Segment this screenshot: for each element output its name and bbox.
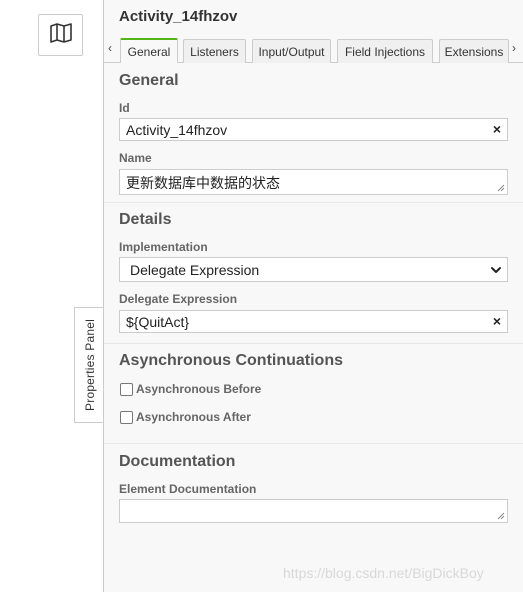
async-before-row: Asynchronous Before xyxy=(120,382,261,396)
delegate-expression-label: Delegate Expression xyxy=(119,292,238,306)
name-textarea[interactable]: 更新数据库中数据的状态 xyxy=(119,169,508,195)
tab-scroll-left-icon[interactable]: ‹ xyxy=(108,41,112,55)
resize-grip-icon[interactable] xyxy=(497,512,505,520)
tab-label: Extensions xyxy=(444,44,504,59)
general-group-title: General xyxy=(119,72,179,89)
implementation-select[interactable]: Delegate Expression xyxy=(119,257,508,282)
async-before-checkbox[interactable] xyxy=(120,382,133,396)
name-label: Name xyxy=(119,151,152,165)
tab-label: Input/Output xyxy=(258,44,325,59)
delegate-expression-input[interactable]: ${QuitAct} × xyxy=(119,310,508,333)
properties-panel: Activity_14fhzov ‹ General Listeners Inp… xyxy=(103,0,523,592)
async-before-label: Asynchronous Before xyxy=(136,382,262,396)
group-divider xyxy=(104,202,523,203)
tab-scroll-right-icon[interactable]: › xyxy=(512,41,516,55)
map-toggle-button[interactable] xyxy=(38,14,83,56)
tab-extensions[interactable]: Extensions xyxy=(439,39,509,63)
tab-label: Listeners xyxy=(190,44,239,59)
tab-input-output[interactable]: Input/Output xyxy=(252,39,331,63)
async-group-title: Asynchronous Continuations xyxy=(119,352,343,369)
modeler-canvas[interactable]: Properties Panel Activity_14fhzov ‹ Gene… xyxy=(0,0,523,592)
group-divider xyxy=(104,343,523,344)
watermark: https://blog.csdn.net/BigDickBoy xyxy=(283,565,484,581)
tab-label: Field Injections xyxy=(344,44,426,59)
clear-delegate-expression-icon[interactable]: × xyxy=(493,313,501,329)
clear-id-icon[interactable]: × xyxy=(493,121,501,137)
properties-panel-toggle[interactable]: Properties Panel xyxy=(74,307,104,423)
tab-field-injections[interactable]: Field Injections xyxy=(337,39,433,63)
panel-title: Activity_14fhzov xyxy=(119,8,238,25)
implementation-select-value: Delegate Expression xyxy=(130,262,260,278)
id-input[interactable]: Activity_14fhzov × xyxy=(119,118,508,141)
element-documentation-textarea[interactable] xyxy=(119,499,508,523)
tab-bar: ‹ General Listeners Input/Output Field I… xyxy=(104,37,523,63)
implementation-label: Implementation xyxy=(119,240,208,254)
tab-general[interactable]: General xyxy=(120,38,178,63)
tab-listeners[interactable]: Listeners xyxy=(183,39,246,63)
id-input-value: Activity_14fhzov xyxy=(126,122,228,138)
name-textarea-value: 更新数据库中数据的状态 xyxy=(126,175,280,191)
resize-grip-icon[interactable] xyxy=(497,184,505,192)
chevron-down-icon xyxy=(490,263,502,279)
group-divider xyxy=(104,443,523,444)
id-label: Id xyxy=(119,101,130,115)
tab-label: General xyxy=(127,44,171,59)
properties-panel-toggle-label: Properties Panel xyxy=(82,319,97,411)
async-after-row: Asynchronous After xyxy=(120,410,251,424)
details-group-title: Details xyxy=(119,211,172,228)
delegate-expression-value: ${QuitAct} xyxy=(126,314,190,330)
map-icon xyxy=(49,22,72,48)
element-documentation-label: Element Documentation xyxy=(119,482,257,496)
documentation-group-title: Documentation xyxy=(119,453,236,470)
async-after-checkbox[interactable] xyxy=(120,410,133,424)
async-after-label: Asynchronous After xyxy=(136,410,251,424)
